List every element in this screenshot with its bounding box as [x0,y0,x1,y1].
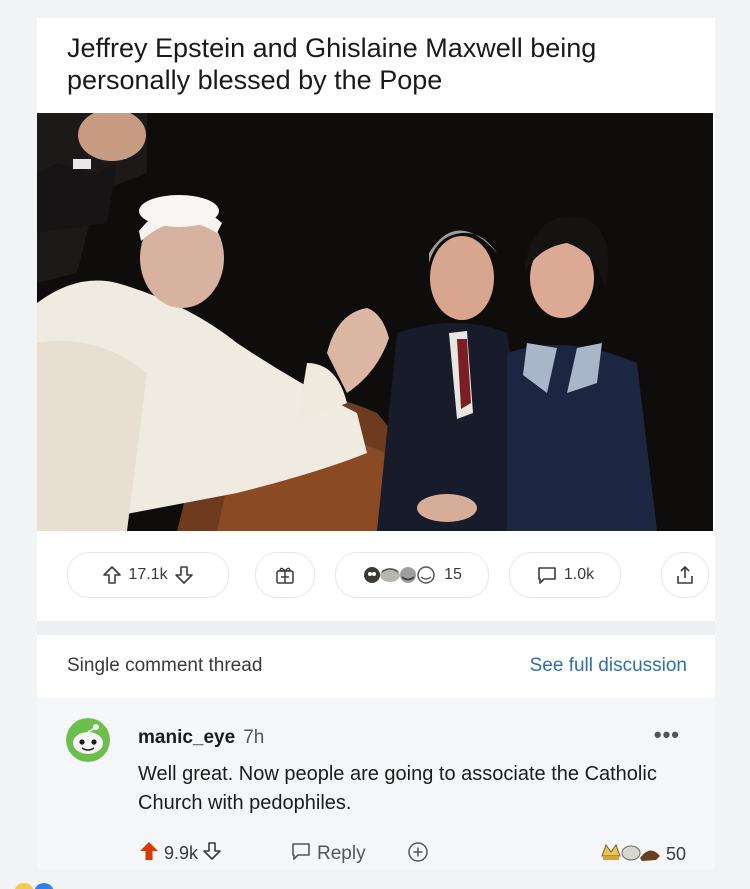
thread-header: Single comment thread See full discussio… [67,655,687,681]
section-divider [37,621,715,635]
comments-count: 1.0k [563,566,595,583]
arrow-down-icon[interactable] [174,565,194,585]
single-thread-label: Single comment thread [67,655,263,676]
comment-awards-count: 50 [665,844,686,864]
comment-actions: 9.9k Reply 50 [138,840,698,870]
awards-display[interactable]: 15 [335,552,489,598]
awards-count: 15 [444,566,462,583]
award-button[interactable] [255,552,315,598]
vote-count: 17.1k [128,566,168,583]
reaction-icons [6,878,86,889]
speech-bubble-icon [290,840,312,868]
post-actions: 17.1k 15 1.0k [67,552,709,598]
arrow-down-icon[interactable] [202,841,222,866]
award-badges-icon [600,840,662,869]
arrow-up-icon[interactable] [102,565,122,585]
comment-username[interactable]: manic_eye [138,727,235,748]
comment-awards[interactable]: 50 [600,840,686,869]
post-title[interactable]: Jeffrey Epstein and Ghislaine Maxwell be… [67,32,687,96]
post-card: Jeffrey Epstein and Ghislaine Maxwell be… [37,18,715,869]
gift-box-icon [274,564,296,586]
reply-button[interactable]: Reply [290,840,366,868]
reply-label: Reply [317,843,366,864]
comment-body: Well great. Now people are going to asso… [138,763,657,814]
photo-illustration [37,113,713,531]
avatar[interactable] [66,718,110,762]
award-badges-icon [362,564,442,586]
arrow-up-icon[interactable] [138,840,160,867]
comment-meta: manic_eye 7h [138,727,264,749]
share-button[interactable] [661,552,709,598]
give-award-button[interactable] [406,840,430,869]
award-plus-icon [406,842,430,868]
comment: manic_eye 7h ••• Well great. Now people a… [37,698,715,869]
comment-vote-control: 9.9k [138,840,222,867]
share-icon [674,564,696,586]
see-full-discussion-link[interactable]: See full discussion [530,655,687,677]
post-image[interactable] [37,113,713,531]
comments-button[interactable]: 1.0k [509,552,621,598]
cropped-reaction-strip [0,875,750,889]
comment-age: 7h [243,727,265,748]
vote-control: 17.1k [67,552,229,598]
comment-vote-count: 9.9k [164,843,199,863]
ellipsis-icon[interactable]: ••• [654,722,680,748]
speech-bubble-icon [536,564,558,586]
